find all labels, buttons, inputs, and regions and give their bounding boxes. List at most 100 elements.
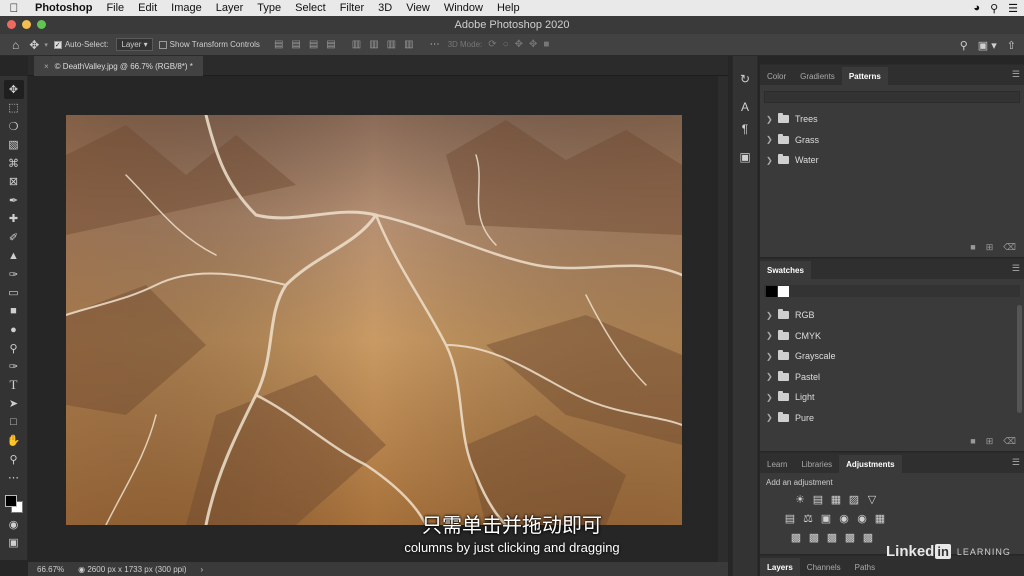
trash-icon[interactable]: ⌫	[1003, 242, 1016, 253]
exposure-icon[interactable]: ▨	[848, 493, 860, 506]
menu-app-name[interactable]: Photoshop	[28, 0, 99, 16]
align-vertical-centers-icon[interactable]: ▥	[369, 39, 378, 50]
swatch-group-pure[interactable]: ❯ Pure	[760, 408, 1024, 429]
eraser-tool[interactable]: ▭	[4, 284, 24, 303]
menu-image[interactable]: Image	[164, 0, 209, 16]
properties-panel-icon[interactable]: ▣	[735, 148, 755, 166]
canvas-area[interactable]	[28, 76, 728, 562]
new-swatch-icon[interactable]: ⊞	[986, 436, 994, 447]
search-icon[interactable]: ⚲	[960, 39, 968, 52]
history-panel-icon[interactable]: ↻	[735, 70, 755, 88]
swatch-group-pastel[interactable]: ❯ Pastel	[760, 367, 1024, 388]
dodge-tool[interactable]: ⚲	[4, 339, 24, 358]
tab-gradients[interactable]: Gradients	[793, 67, 842, 85]
menu-filter[interactable]: Filter	[333, 0, 371, 16]
menu-type[interactable]: Type	[250, 0, 288, 16]
menu-file[interactable]: File	[99, 0, 131, 16]
notification-list-icon[interactable]: ☰	[1008, 2, 1018, 15]
pattern-group-water[interactable]: ❯ Water	[760, 150, 1024, 171]
crop-tool[interactable]: ⌘	[4, 154, 24, 173]
tab-swatches[interactable]: Swatches	[760, 261, 811, 279]
menu-window[interactable]: Window	[437, 0, 490, 16]
swatches-scrollbar[interactable]	[1017, 305, 1022, 413]
spotlight-search-icon[interactable]: ⚲	[990, 2, 998, 15]
tool-preset-chevron-icon[interactable]: ▾	[44, 41, 48, 49]
close-tab-icon[interactable]: ×	[44, 62, 49, 71]
type-tool[interactable]: T	[4, 376, 24, 395]
menu-layer[interactable]: Layer	[209, 0, 251, 16]
pattern-group-grass[interactable]: ❯ Grass	[760, 130, 1024, 151]
menu-edit[interactable]: Edit	[131, 0, 164, 16]
canvas-vertical-scrollbar[interactable]	[718, 76, 728, 562]
more-options-icon[interactable]: ⋯	[430, 39, 440, 50]
frame-tool[interactable]: ⊠	[4, 173, 24, 192]
zoom-window-button[interactable]	[37, 20, 46, 29]
path-selection-tool[interactable]: ➤	[4, 395, 24, 414]
tab-color[interactable]: Color	[760, 67, 793, 85]
curves-icon[interactable]: ▦	[830, 493, 842, 506]
zoom-level[interactable]: 66.67%	[37, 565, 64, 574]
trash-icon[interactable]: ⌫	[1003, 436, 1016, 447]
share-icon[interactable]: ⇧	[1007, 39, 1016, 52]
menu-3d[interactable]: 3D	[371, 0, 399, 16]
clone-stamp-tool[interactable]: ▲	[4, 247, 24, 266]
align-left-edges-icon[interactable]: ▤	[274, 39, 283, 50]
rectangle-tool[interactable]: □	[4, 413, 24, 432]
align-bottom-edges-icon[interactable]: ▥	[387, 39, 396, 50]
tab-libraries[interactable]: Libraries	[794, 455, 839, 473]
new-group-folder-icon[interactable]: ■	[970, 436, 975, 447]
creative-cloud-icon[interactable]: ◕	[973, 2, 980, 14]
recent-swatch-white[interactable]	[778, 285, 789, 297]
brush-tool[interactable]: ✐	[4, 228, 24, 247]
auto-select-checkbox[interactable]: ✓	[53, 40, 62, 49]
recent-swatch-black[interactable]	[766, 285, 777, 297]
apple-icon[interactable]: 	[0, 1, 28, 15]
align-top-edges-icon[interactable]: ▥	[352, 39, 361, 50]
menu-select[interactable]: Select	[288, 0, 333, 16]
close-window-button[interactable]	[7, 20, 16, 29]
paragraph-panel-icon[interactable]: ¶	[735, 120, 755, 138]
panel-menu-icon[interactable]: ☰	[1012, 69, 1020, 80]
move-tool-icon[interactable]: ✥	[29, 38, 39, 52]
tab-channels[interactable]: Channels	[800, 558, 848, 576]
patterns-search-field[interactable]	[764, 91, 1020, 103]
lasso-tool[interactable]: ❍	[4, 117, 24, 136]
swatch-group-light[interactable]: ❯ Light	[760, 387, 1024, 408]
marquee-tool[interactable]: ⬚	[4, 99, 24, 118]
home-icon[interactable]: ⌂	[12, 38, 19, 52]
move-tool[interactable]: ✥	[3, 80, 24, 99]
tab-paths[interactable]: Paths	[848, 558, 882, 576]
swatch-group-rgb[interactable]: ❯ RGB	[760, 305, 1024, 326]
vibrance-icon[interactable]: ▽	[866, 493, 878, 506]
menu-view[interactable]: View	[399, 0, 437, 16]
new-pattern-icon[interactable]: ⊞	[986, 242, 994, 253]
document-image[interactable]	[66, 115, 682, 525]
levels-icon[interactable]: ▤	[812, 493, 824, 506]
panel-menu-icon[interactable]: ☰	[1012, 263, 1020, 274]
blur-tool[interactable]: ●	[4, 321, 24, 340]
object-selection-tool[interactable]: ▧	[4, 136, 24, 155]
edit-toolbar-button[interactable]: ⋯	[4, 469, 24, 488]
auto-select-dropdown[interactable]: Layer ▾	[116, 38, 153, 51]
pattern-group-trees[interactable]: ❯ Trees	[760, 109, 1024, 130]
panel-menu-icon[interactable]: ☰	[1012, 457, 1020, 468]
align-horizontal-centers-icon[interactable]: ▤	[291, 39, 300, 50]
document-tab[interactable]: × © DeathValley.jpg @ 66.7% (RGB/8*) *	[34, 56, 203, 76]
tab-learn[interactable]: Learn	[760, 455, 794, 473]
foreground-color-swatch[interactable]	[4, 495, 17, 507]
tab-layers[interactable]: Layers	[760, 558, 800, 576]
distribute-horizontal-icon[interactable]: ▥	[404, 39, 413, 50]
swatch-group-grayscale[interactable]: ❯ Grayscale	[760, 346, 1024, 367]
hand-tool[interactable]: ✋	[4, 432, 24, 451]
zoom-tool[interactable]: ⚲	[4, 450, 24, 469]
pen-tool[interactable]: ✑	[4, 358, 24, 377]
brightness-contrast-icon[interactable]: ☀	[794, 493, 806, 506]
document-info[interactable]: ◉ 2600 px x 1733 px (300 ppi)	[78, 565, 186, 574]
minimize-window-button[interactable]	[22, 20, 31, 29]
distribute-vertical-icon[interactable]: ▤	[326, 39, 335, 50]
align-right-edges-icon[interactable]: ▤	[309, 39, 318, 50]
workspace-icon[interactable]: ▣ ▾	[978, 39, 997, 52]
tab-adjustments[interactable]: Adjustments	[839, 455, 902, 473]
history-brush-tool[interactable]: ✑	[4, 265, 24, 284]
status-expand-icon[interactable]: ›	[201, 565, 204, 574]
